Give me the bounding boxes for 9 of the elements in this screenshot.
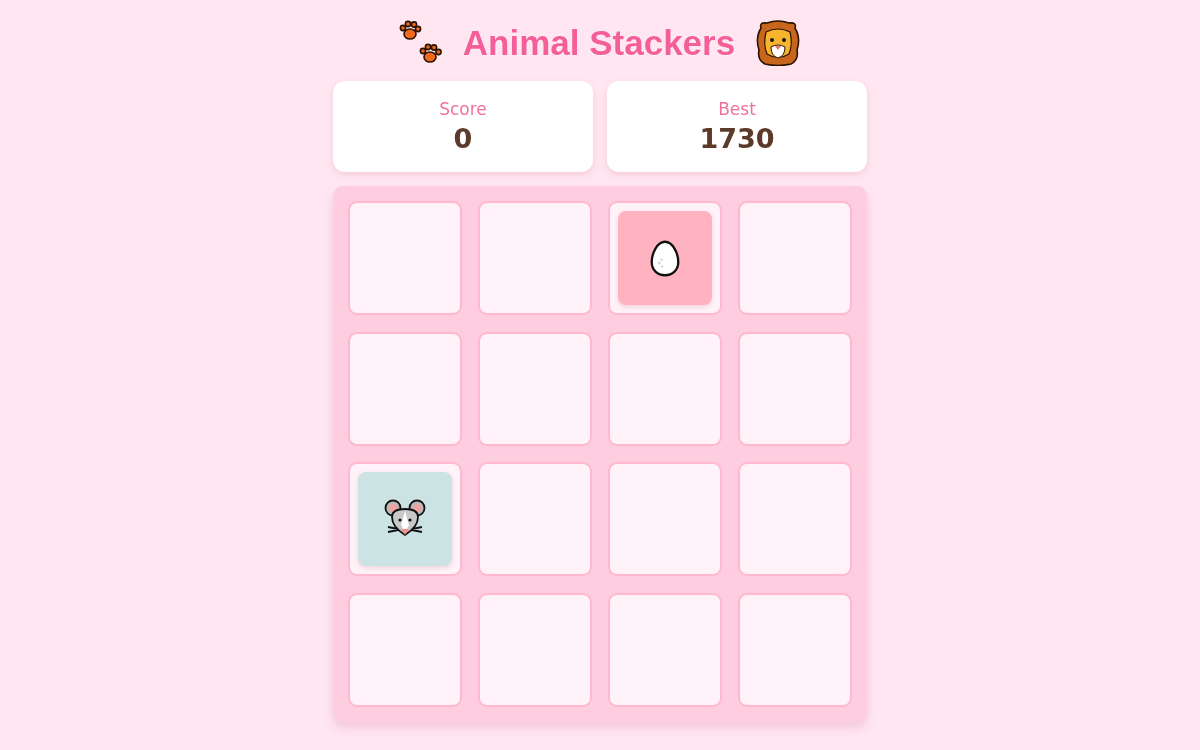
egg-icon xyxy=(650,239,680,277)
lion-icon xyxy=(755,20,802,66)
score-label: Score xyxy=(439,99,487,119)
game-title: Animal Stackers xyxy=(462,23,736,63)
paw-prints-icon xyxy=(398,20,443,66)
mouse-icon xyxy=(383,499,427,539)
score-value: 1730 xyxy=(699,123,775,154)
score-label: Best xyxy=(718,99,756,119)
score-value: 0 xyxy=(453,123,473,154)
